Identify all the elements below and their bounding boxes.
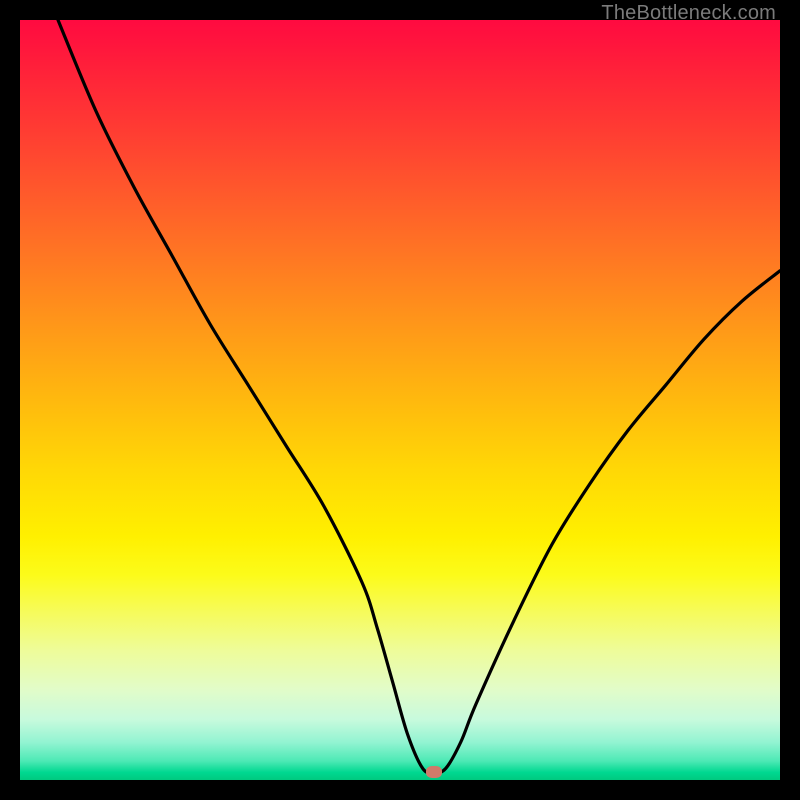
plot-area (20, 20, 780, 780)
optimal-point-marker (426, 766, 442, 778)
curve-svg (20, 20, 780, 780)
bottleneck-curve (58, 20, 780, 773)
chart-frame: TheBottleneck.com (0, 0, 800, 800)
